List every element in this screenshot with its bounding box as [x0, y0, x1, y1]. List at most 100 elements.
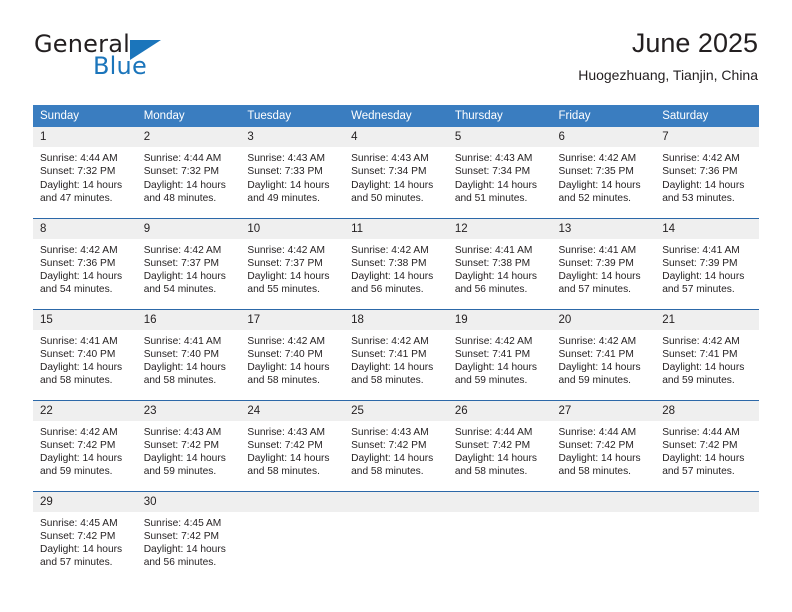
daylight-duration-line2: and 50 minutes. [351, 192, 424, 204]
daylight-duration-line2: and 54 minutes. [40, 284, 113, 296]
sunset-time: Sunset: 7:37 PM [143, 257, 220, 269]
calendar-day-cell[interactable]: 5 Sunrise: 4:43 AM Sunset: 7:34 PM Daylight… [447, 127, 552, 218]
calendar-day-cell[interactable]: 27 Sunrise: 4:44 AM Sunset: 7:42 PM Dayligh… [551, 399, 656, 491]
sunrise-time: Sunrise: 4:43 AM [247, 153, 325, 164]
calendar-day-cell[interactable]: 28 Sunrise: 4:44 AM Sunset: 7:42 PM Dayligh… [655, 399, 759, 491]
day-details: Sunrise: 4:41 AM Sunset: 7:40 PM Daylight:… [33, 330, 137, 388]
daylight-duration-line1: Daylight: 14 hours [40, 271, 123, 283]
calendar-day-cell[interactable]: 24 Sunrise: 4:43 AM Sunset: 7:42 PM Dayligh… [240, 399, 345, 491]
calendar-day-cell[interactable]: 11 Sunrise: 4:42 AM Sunset: 7:38 PM Dayligh… [344, 217, 448, 309]
day-number: 10 [240, 218, 345, 239]
calendar-day-cell[interactable]: 15 Sunrise: 4:41 AM Sunset: 7:40 PM Dayligh… [33, 308, 137, 400]
day-number: 21 [655, 309, 759, 330]
sunset-time: Sunset: 7:42 PM [143, 439, 220, 451]
sunrise-time: Sunrise: 4:42 AM [662, 335, 740, 347]
day-number [240, 491, 345, 512]
sunrise-time: Sunrise: 4:44 AM [40, 153, 118, 164]
sunrise-time: Sunrise: 4:43 AM [351, 426, 429, 438]
day-number: 18 [344, 309, 448, 330]
day-number: 22 [33, 400, 137, 421]
calendar-day-cell-empty [344, 490, 448, 582]
day-details: Sunrise: 4:43 AM Sunset: 7:33 PM Daylight:… [240, 147, 344, 205]
day-details: Sunrise: 4:42 AM Sunset: 7:36 PM Daylight:… [655, 147, 759, 205]
sunset-time: Sunset: 7:42 PM [247, 439, 323, 451]
calendar-day-cell[interactable]: 2 Sunrise: 4:44 AM Sunset: 7:32 PM Daylight… [136, 127, 241, 218]
sunrise-time: Sunrise: 4:42 AM [247, 335, 325, 347]
day-details: Sunrise: 4:41 AM Sunset: 7:40 PM Daylight:… [137, 330, 241, 388]
page-title: June 2025 [631, 28, 758, 58]
sunset-time: Sunset: 7:42 PM [40, 439, 116, 451]
sunrise-time: Sunrise: 4:42 AM [351, 244, 429, 256]
sunset-time: Sunset: 7:42 PM [40, 530, 116, 542]
calendar-day-cell[interactable]: 23 Sunrise: 4:43 AM Sunset: 7:42 PM Dayligh… [136, 399, 241, 491]
sunset-time: Sunset: 7:33 PM [247, 166, 323, 178]
day-number: 12 [447, 218, 552, 239]
calendar-day-cell[interactable]: 25 Sunrise: 4:43 AM Sunset: 7:42 PM Dayligh… [344, 399, 448, 491]
page-header: General Blue June 2025 Huogezhuang, Tian… [34, 26, 758, 98]
day-number: 5 [447, 127, 552, 147]
calendar-day-cell[interactable]: 21 Sunrise: 4:42 AM Sunset: 7:41 PM Dayligh… [655, 308, 759, 400]
daylight-duration-line1: Daylight: 14 hours [40, 453, 123, 465]
sunset-time: Sunset: 7:38 PM [351, 257, 427, 269]
brand-logo[interactable]: General Blue [34, 30, 224, 86]
daylight-duration-line2: and 53 minutes. [662, 192, 735, 204]
calendar-day-cell[interactable]: 19 Sunrise: 4:42 AM Sunset: 7:41 PM Dayligh… [447, 308, 552, 400]
calendar-week-row: 29 Sunrise: 4:45 AM Sunset: 7:42 PM Dayligh… [33, 490, 759, 582]
daylight-duration-line1: Daylight: 14 hours [351, 179, 434, 191]
daylight-duration-line1: Daylight: 14 hours [558, 453, 641, 465]
calendar-day-cell[interactable]: 17 Sunrise: 4:42 AM Sunset: 7:40 PM Dayligh… [240, 308, 345, 400]
daylight-duration-line1: Daylight: 14 hours [558, 271, 641, 283]
daylight-duration-line1: Daylight: 14 hours [558, 179, 641, 191]
sunrise-time: Sunrise: 4:44 AM [558, 426, 637, 438]
day-details: Sunrise: 4:42 AM Sunset: 7:36 PM Daylight:… [33, 239, 137, 297]
calendar-day-cell[interactable]: 12 Sunrise: 4:41 AM Sunset: 7:38 PM Dayligh… [447, 217, 552, 309]
calendar-day-cell[interactable]: 14 Sunrise: 4:41 AM Sunset: 7:39 PM Dayligh… [655, 217, 759, 309]
sunrise-time: Sunrise: 4:43 AM [247, 426, 325, 438]
day-details: Sunrise: 4:43 AM Sunset: 7:42 PM Daylight:… [137, 421, 241, 479]
day-number: 8 [33, 218, 137, 239]
daylight-duration-line1: Daylight: 14 hours [454, 179, 537, 191]
day-number [344, 491, 448, 512]
calendar-day-cell[interactable]: 8 Sunrise: 4:42 AM Sunset: 7:36 PM Daylight… [33, 217, 137, 309]
day-number: 4 [344, 127, 448, 147]
calendar-day-cell[interactable]: 20 Sunrise: 4:42 AM Sunset: 7:41 PM Dayligh… [551, 308, 656, 400]
weekday-header-friday: Friday [551, 105, 656, 127]
day-details: Sunrise: 4:42 AM Sunset: 7:41 PM Daylight:… [655, 330, 759, 388]
calendar-day-cell[interactable]: 16 Sunrise: 4:41 AM Sunset: 7:40 PM Dayligh… [136, 308, 241, 400]
calendar-day-cell[interactable]: 18 Sunrise: 4:42 AM Sunset: 7:41 PM Dayligh… [344, 308, 448, 400]
calendar-day-cell[interactable]: 1 Sunrise: 4:44 AM Sunset: 7:32 PM Daylight… [33, 127, 137, 218]
day-number: 26 [447, 400, 552, 421]
sunrise-time: Sunrise: 4:42 AM [662, 153, 740, 164]
sunrise-time: Sunrise: 4:43 AM [143, 426, 222, 438]
calendar-day-cell[interactable]: 9 Sunrise: 4:42 AM Sunset: 7:37 PM Daylight… [136, 217, 241, 309]
calendar-day-cell[interactable]: 13 Sunrise: 4:41 AM Sunset: 7:39 PM Dayligh… [551, 217, 656, 309]
calendar-day-cell[interactable]: 29 Sunrise: 4:45 AM Sunset: 7:42 PM Dayligh… [33, 490, 137, 582]
calendar-day-cell[interactable]: 7 Sunrise: 4:42 AM Sunset: 7:36 PM Daylight… [655, 127, 759, 218]
calendar-day-cell[interactable]: 22 Sunrise: 4:42 AM Sunset: 7:42 PM Dayligh… [33, 399, 137, 491]
calendar-day-cell[interactable]: 4 Sunrise: 4:43 AM Sunset: 7:34 PM Daylight… [344, 127, 448, 218]
calendar-day-cell[interactable]: 26 Sunrise: 4:44 AM Sunset: 7:42 PM Dayligh… [447, 399, 552, 491]
calendar-day-cell[interactable]: 6 Sunrise: 4:42 AM Sunset: 7:35 PM Daylight… [551, 127, 656, 218]
sunset-time: Sunset: 7:40 PM [40, 348, 116, 360]
day-details: Sunrise: 4:42 AM Sunset: 7:38 PM Daylight:… [344, 239, 448, 297]
sunset-time: Sunset: 7:41 PM [558, 348, 634, 360]
weekday-header-sunday: Sunday [33, 105, 137, 127]
day-details: Sunrise: 4:43 AM Sunset: 7:34 PM Daylight:… [344, 147, 448, 205]
daylight-duration-line1: Daylight: 14 hours [40, 362, 123, 374]
daylight-duration-line1: Daylight: 14 hours [351, 453, 434, 465]
day-details: Sunrise: 4:44 AM Sunset: 7:32 PM Daylight:… [33, 147, 137, 205]
sunrise-time: Sunrise: 4:42 AM [558, 335, 637, 347]
calendar-day-cell[interactable]: 3 Sunrise: 4:43 AM Sunset: 7:33 PM Daylight… [240, 127, 345, 218]
calendar-day-cell[interactable]: 30 Sunrise: 4:45 AM Sunset: 7:42 PM Dayligh… [136, 490, 241, 582]
sunrise-time: Sunrise: 4:43 AM [454, 153, 533, 164]
day-number: 20 [551, 309, 656, 330]
day-details: Sunrise: 4:45 AM Sunset: 7:42 PM Daylight:… [33, 512, 137, 570]
daylight-duration-line2: and 58 minutes. [351, 375, 424, 387]
daylight-duration-line1: Daylight: 14 hours [143, 544, 226, 556]
day-details: Sunrise: 4:42 AM Sunset: 7:41 PM Daylight:… [552, 330, 656, 388]
calendar-day-cell[interactable]: 10 Sunrise: 4:42 AM Sunset: 7:37 PM Dayligh… [240, 217, 345, 309]
day-number: 6 [551, 127, 656, 147]
daylight-duration-line2: and 59 minutes. [40, 466, 113, 478]
daylight-duration-line1: Daylight: 14 hours [351, 271, 434, 283]
page-subtitle: Huogezhuang, Tianjin, China [578, 67, 758, 83]
